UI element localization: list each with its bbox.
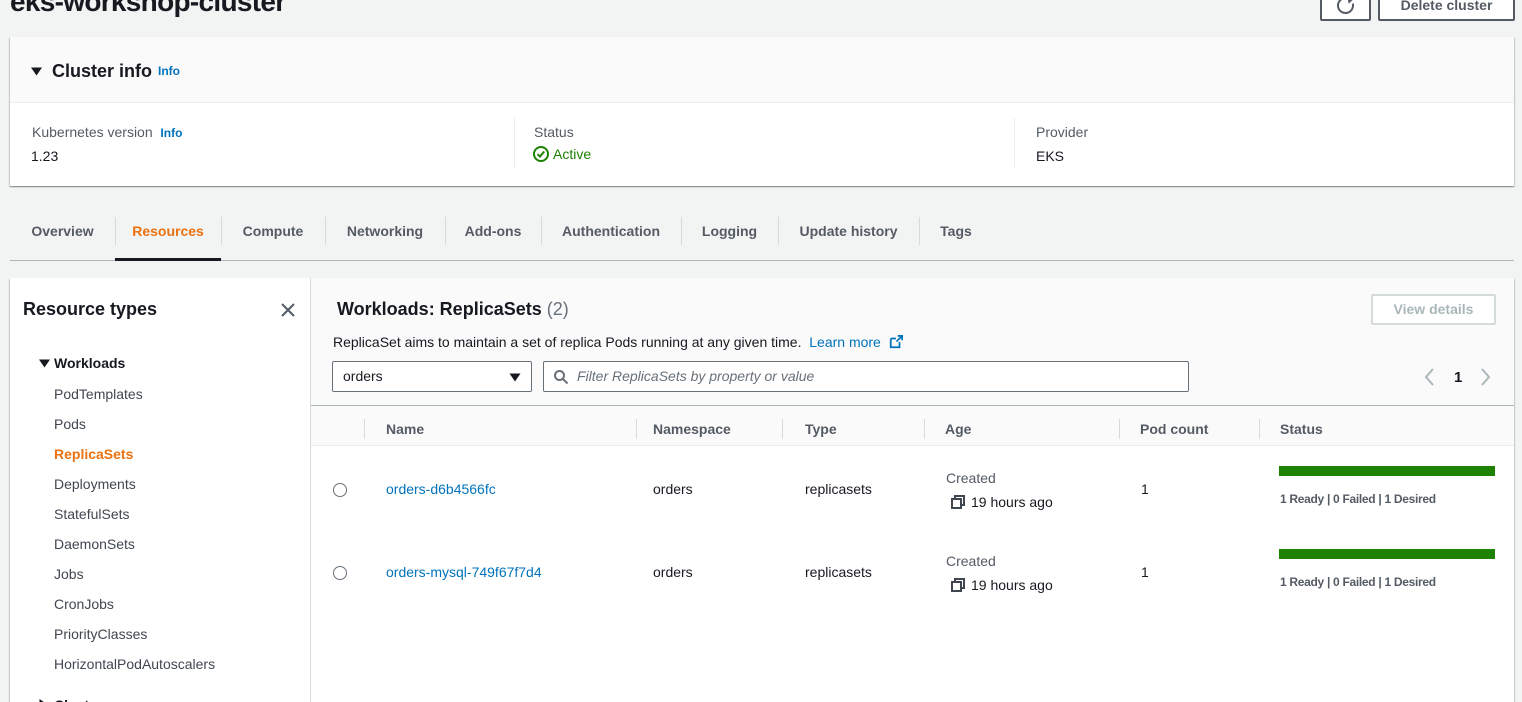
svg-text:1: 1 xyxy=(1454,369,1462,386)
